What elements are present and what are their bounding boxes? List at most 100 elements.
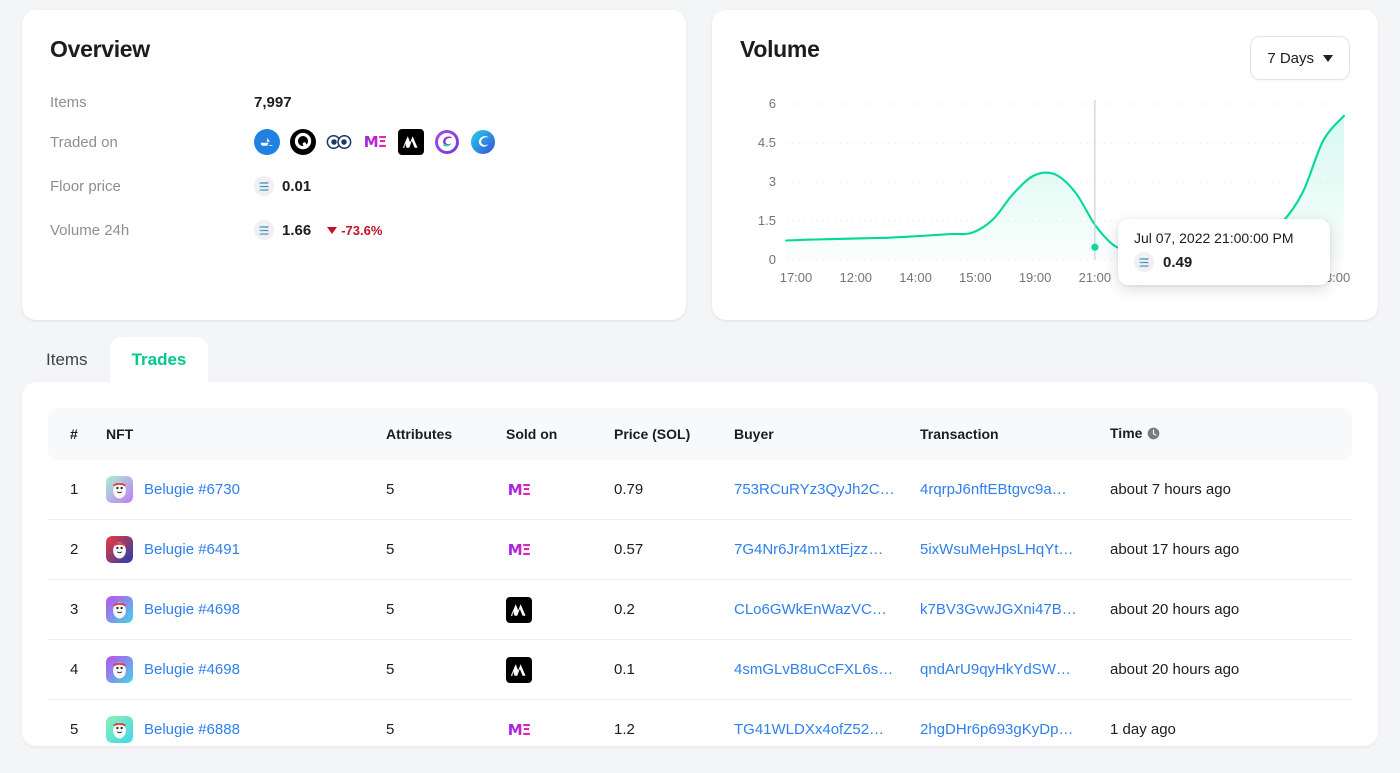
cell-price: 0.2	[604, 579, 724, 640]
transaction-link[interactable]: 2hgDHr6p693gKyDp…	[920, 721, 1073, 738]
solana-icon	[254, 176, 274, 196]
tooltip-date: Jul 07, 2022 21:00:00 PM	[1134, 230, 1294, 246]
table-row[interactable]: 1 Belugie #6730 5 ΜΞ 0.79 753RCuRYz3QyJh2C… 4r…	[48, 460, 1352, 520]
col-header-transaction[interactable]: Transaction	[910, 408, 1100, 460]
marketplace-list: ΜΞ	[254, 129, 496, 155]
tab-items[interactable]: Items	[24, 337, 110, 382]
cell-sold-on: ΜΞ	[496, 460, 604, 520]
overview-row-items: Items 7,997	[50, 85, 658, 120]
buyer-link[interactable]: 7G4Nr6Jr4m1xtEjzz…	[734, 541, 883, 558]
buyer-link[interactable]: TG41WLDXx4ofZ52…	[734, 721, 884, 738]
buyer-link[interactable]: 753RCuRYz3QyJh2C…	[734, 481, 895, 498]
cell-transaction: qndArU9qyHkYdSW…	[910, 639, 1100, 700]
table-row[interactable]: 4 Belugie #4698 5 0.1 4smGLvB8uCcFXL6s… qndAr…	[48, 639, 1352, 700]
cell-sold-on	[496, 639, 604, 700]
cell-buyer: CLo6GWkEnWazVC…	[724, 579, 910, 640]
cell-number: 1	[48, 460, 96, 520]
transaction-link[interactable]: k7BV3GvwJGXni47B…	[920, 601, 1077, 618]
nft-link[interactable]: Belugie #4698	[144, 601, 240, 618]
svg-text:6: 6	[769, 96, 776, 111]
col-header-time[interactable]: Time	[1100, 408, 1352, 460]
table-body: 1 Belugie #6730 5 ΜΞ 0.79 753RCuRYz3QyJh2C… 4r…	[48, 460, 1352, 746]
col-header-nft[interactable]: NFT	[96, 408, 376, 460]
magiceden-icon[interactable]: ΜΞ	[506, 477, 532, 503]
magiceden-glyph: ΜΞ	[363, 133, 387, 151]
magiceden-icon[interactable]: ΜΞ	[506, 537, 532, 563]
svg-text:1.5: 1.5	[758, 213, 776, 228]
svg-text:4.5: 4.5	[758, 135, 776, 150]
tab-trades[interactable]: Trades	[109, 337, 209, 382]
time-range-dropdown[interactable]: 7 Days	[1250, 36, 1350, 80]
col-header-price[interactable]: Price (SOL)	[604, 408, 724, 460]
transaction-link[interactable]: qndArU9qyHkYdSW…	[920, 661, 1071, 678]
hyperspace-icon[interactable]	[398, 129, 424, 155]
volume-chart[interactable]: 0 1.5 3 4.5 6 17:00 12:00 14:00 15:00 19:00 21:00…	[740, 94, 1350, 314]
magiceden-icon[interactable]: ΜΞ	[362, 129, 388, 155]
cell-nft: Belugie #6491	[96, 519, 376, 580]
trades-table: # NFT Attributes Sold on Price (SOL) Buy…	[48, 408, 1352, 746]
transaction-link[interactable]: 4rqrpJ6nftEBtgvc9a…	[920, 481, 1067, 498]
nft-link[interactable]: Belugie #6730	[144, 481, 240, 498]
cell-attributes: 5	[376, 579, 496, 640]
cell-time: 1 day ago	[1100, 699, 1352, 746]
solana-icon	[1134, 252, 1154, 272]
magiceden-glyph: ΜΞ	[507, 480, 531, 499]
overview-row-volume-24h: Volume 24h 1.66 -73.6%	[50, 208, 658, 252]
cell-sold-on: ΜΞ	[496, 519, 604, 580]
buyer-link[interactable]: CLo6GWkEnWazVC…	[734, 601, 887, 618]
cell-transaction: k7BV3GvwJGXni47B…	[910, 579, 1100, 640]
coralcube-icon[interactable]	[470, 129, 496, 155]
cell-buyer: 4smGLvB8uCcFXL6s…	[724, 639, 910, 700]
svg-text:14:00: 14:00	[899, 270, 932, 285]
cell-transaction: 2hgDHr6p693gKyDp…	[910, 699, 1100, 746]
buyer-link[interactable]: 4smGLvB8uCcFXL6s…	[734, 661, 893, 678]
table-row[interactable]: 5 Belugie #6888 5 ΜΞ 1.2 TG41WLDXx4ofZ52… 2hgD…	[48, 699, 1352, 746]
cell-price: 0.1	[604, 639, 724, 700]
cell-time: about 20 hours ago	[1100, 639, 1352, 700]
cell-number: 5	[48, 699, 96, 746]
hyperspace-icon[interactable]	[506, 596, 532, 623]
svg-text:12:00: 12:00	[840, 270, 873, 285]
nft-link[interactable]: Belugie #6491	[144, 541, 240, 558]
nft-thumbnail[interactable]	[106, 476, 133, 503]
cell-number: 2	[48, 519, 96, 580]
col-header-sold-on[interactable]: Sold on	[496, 408, 604, 460]
tab-bar: Items Trades	[0, 320, 1400, 382]
cell-price: 1.2	[604, 699, 724, 746]
cell-attributes: 5	[376, 639, 496, 700]
table-row[interactable]: 3 Belugie #4698 5 0.2 CLo6GWkEnWazVC… k7BV3Gv…	[48, 579, 1352, 640]
overview-row-traded-on: Traded on ΜΞ	[50, 120, 658, 164]
cell-buyer: 753RCuRYz3QyJh2C…	[724, 460, 910, 520]
magiceden-icon[interactable]: ΜΞ	[506, 717, 532, 743]
svg-text:19:00: 19:00	[1019, 270, 1052, 285]
volume-24h-value: 1.66	[282, 221, 312, 239]
svg-text:3: 3	[769, 174, 776, 189]
col-header-number[interactable]: #	[48, 408, 96, 460]
cell-attributes: 5	[376, 460, 496, 520]
col-header-buyer[interactable]: Buyer	[724, 408, 910, 460]
volume-card: Volume 7 Days 0 1.5 3 4.5 6 17:00 12:00 …	[712, 10, 1378, 320]
opensea-icon[interactable]	[254, 129, 280, 155]
cell-number: 3	[48, 579, 96, 640]
trades-table-card: # NFT Attributes Sold on Price (SOL) Buy…	[22, 382, 1378, 746]
cell-sold-on: ΜΞ	[496, 699, 604, 746]
solsea-icon[interactable]	[434, 129, 460, 155]
hyperspace-icon[interactable]	[506, 656, 532, 683]
nft-thumbnail[interactable]	[106, 596, 133, 623]
table-row[interactable]: 2 Belugie #6491 5 ΜΞ 0.57 7G4Nr6Jr4m1xtEjzz… 5…	[48, 519, 1352, 580]
volume-header: Volume 7 Days	[740, 36, 1350, 80]
svg-text:0: 0	[769, 252, 776, 267]
chart-tooltip: Jul 07, 2022 21:00:00 PM 0.49	[1118, 219, 1330, 285]
nft-thumbnail[interactable]	[106, 536, 133, 563]
solanart-icon[interactable]	[290, 129, 316, 155]
time-range-label: 7 Days	[1267, 49, 1314, 67]
digitaleyes-icon[interactable]	[326, 129, 352, 155]
nft-link[interactable]: Belugie #4698	[144, 661, 240, 678]
nft-thumbnail[interactable]	[106, 716, 133, 743]
col-header-attributes[interactable]: Attributes	[376, 408, 496, 460]
nft-thumbnail[interactable]	[106, 656, 133, 683]
nft-link[interactable]: Belugie #6888	[144, 721, 240, 738]
transaction-link[interactable]: 5ixWsuMeHpsLHqYt…	[920, 541, 1073, 558]
cell-transaction: 5ixWsuMeHpsLHqYt…	[910, 519, 1100, 580]
tooltip-value: 0.49	[1163, 253, 1193, 271]
